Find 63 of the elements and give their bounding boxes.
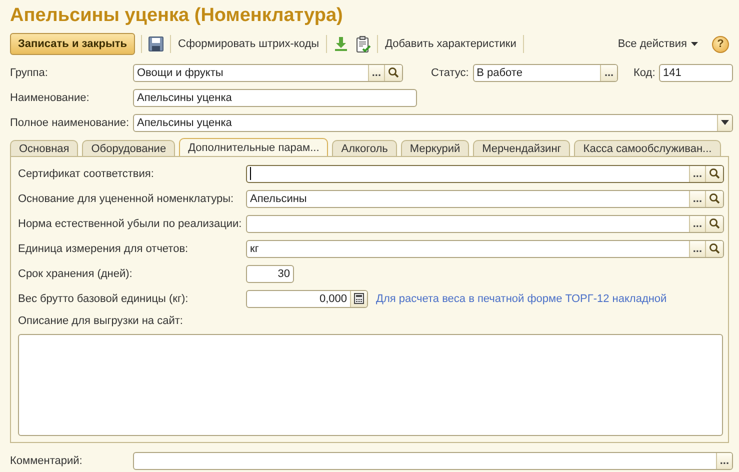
select-button[interactable]: ... <box>688 240 705 256</box>
field-label: Статус: <box>431 66 469 78</box>
input-field[interactable]: ... <box>246 164 724 182</box>
field-label: Срок хранения (дней): <box>18 268 134 280</box>
field-label: Вес брутто базовой единицы (кг): <box>18 292 190 304</box>
tab[interactable]: Касса самообслуживан... <box>574 140 721 156</box>
calculator-button[interactable] <box>350 290 367 306</box>
field-label: Полное наименование: <box>10 116 130 128</box>
input-field[interactable]: 30 <box>246 264 294 282</box>
input-field[interactable]: ... <box>246 214 724 232</box>
select-button[interactable]: ... <box>688 216 705 232</box>
save-and-close-button[interactable]: Записать и закрыть <box>10 33 136 55</box>
input-field[interactable]: ... <box>133 452 733 470</box>
dropdown-button[interactable] <box>717 114 732 130</box>
all-actions-menu[interactable]: Все действия <box>618 38 698 50</box>
field-label: Наименование: <box>10 92 90 104</box>
search-button[interactable] <box>705 166 723 182</box>
input-field[interactable]: Апельсины уценка <box>133 114 733 132</box>
download-icon[interactable] <box>333 36 350 52</box>
select-button[interactable]: ... <box>688 190 705 206</box>
field-label: Сертификат соответствия: <box>18 168 155 180</box>
tab[interactable]: Оборудование <box>82 140 176 156</box>
field-label: Единица измерения для отчетов: <box>18 242 190 254</box>
search-button[interactable] <box>705 190 723 206</box>
input-field[interactable]: Апельсины ... <box>246 190 724 208</box>
input-field[interactable]: Овощи и фрукты ... <box>133 64 403 82</box>
input-field[interactable]: Апельсины уценка <box>133 88 417 106</box>
calculator-icon <box>354 293 364 304</box>
search-icon <box>709 218 720 229</box>
field-label: Группа: <box>10 66 49 78</box>
select-button[interactable]: ... <box>716 453 732 469</box>
search-icon <box>388 67 399 78</box>
field-label: Основание для уцененной номенклатуры: <box>18 192 235 204</box>
toolbar-button[interactable]: Добавить характеристики <box>384 38 518 50</box>
search-icon <box>709 243 720 254</box>
field-label: Норма естественной убыли по реализации: <box>18 218 243 230</box>
help-button[interactable]: ? <box>712 36 729 52</box>
toolbar-button[interactable]: Сформировать штрих-коды <box>177 38 320 50</box>
search-icon <box>709 193 720 204</box>
search-icon <box>709 168 720 179</box>
select-button[interactable]: ... <box>368 64 384 80</box>
caret-icon <box>721 120 729 125</box>
window-title: Апельсины уценка (Номенклатура) <box>9 4 344 28</box>
input-field[interactable]: В работе ... <box>472 64 618 82</box>
tab[interactable]: Меркурий <box>400 140 470 156</box>
tab[interactable]: Основная <box>10 140 78 156</box>
input-field[interactable]: 0,000 <box>246 290 368 308</box>
info-link[interactable]: Для расчета веса в печатной форме ТОРГ-12 накладной <box>376 292 667 304</box>
tab[interactable]: Мерчендайзинг <box>473 140 570 156</box>
field-label: Комментарий: <box>10 455 84 467</box>
field-label: Описание для выгрузки на сайт: <box>18 315 184 329</box>
search-button[interactable] <box>705 240 723 256</box>
input-field[interactable]: 141 <box>659 64 733 82</box>
caret-icon <box>691 42 698 46</box>
input-field[interactable]: кг ... <box>246 240 724 258</box>
tab[interactable]: Дополнительные парам... <box>179 138 328 156</box>
select-button[interactable]: ... <box>688 166 705 182</box>
search-button[interactable] <box>384 64 402 80</box>
tab[interactable]: Алкоголь <box>332 140 397 156</box>
search-button[interactable] <box>705 216 723 232</box>
field-label: Код: <box>634 66 656 78</box>
select-button[interactable]: ... <box>600 64 617 80</box>
clipboard-check-icon[interactable] <box>355 36 372 52</box>
